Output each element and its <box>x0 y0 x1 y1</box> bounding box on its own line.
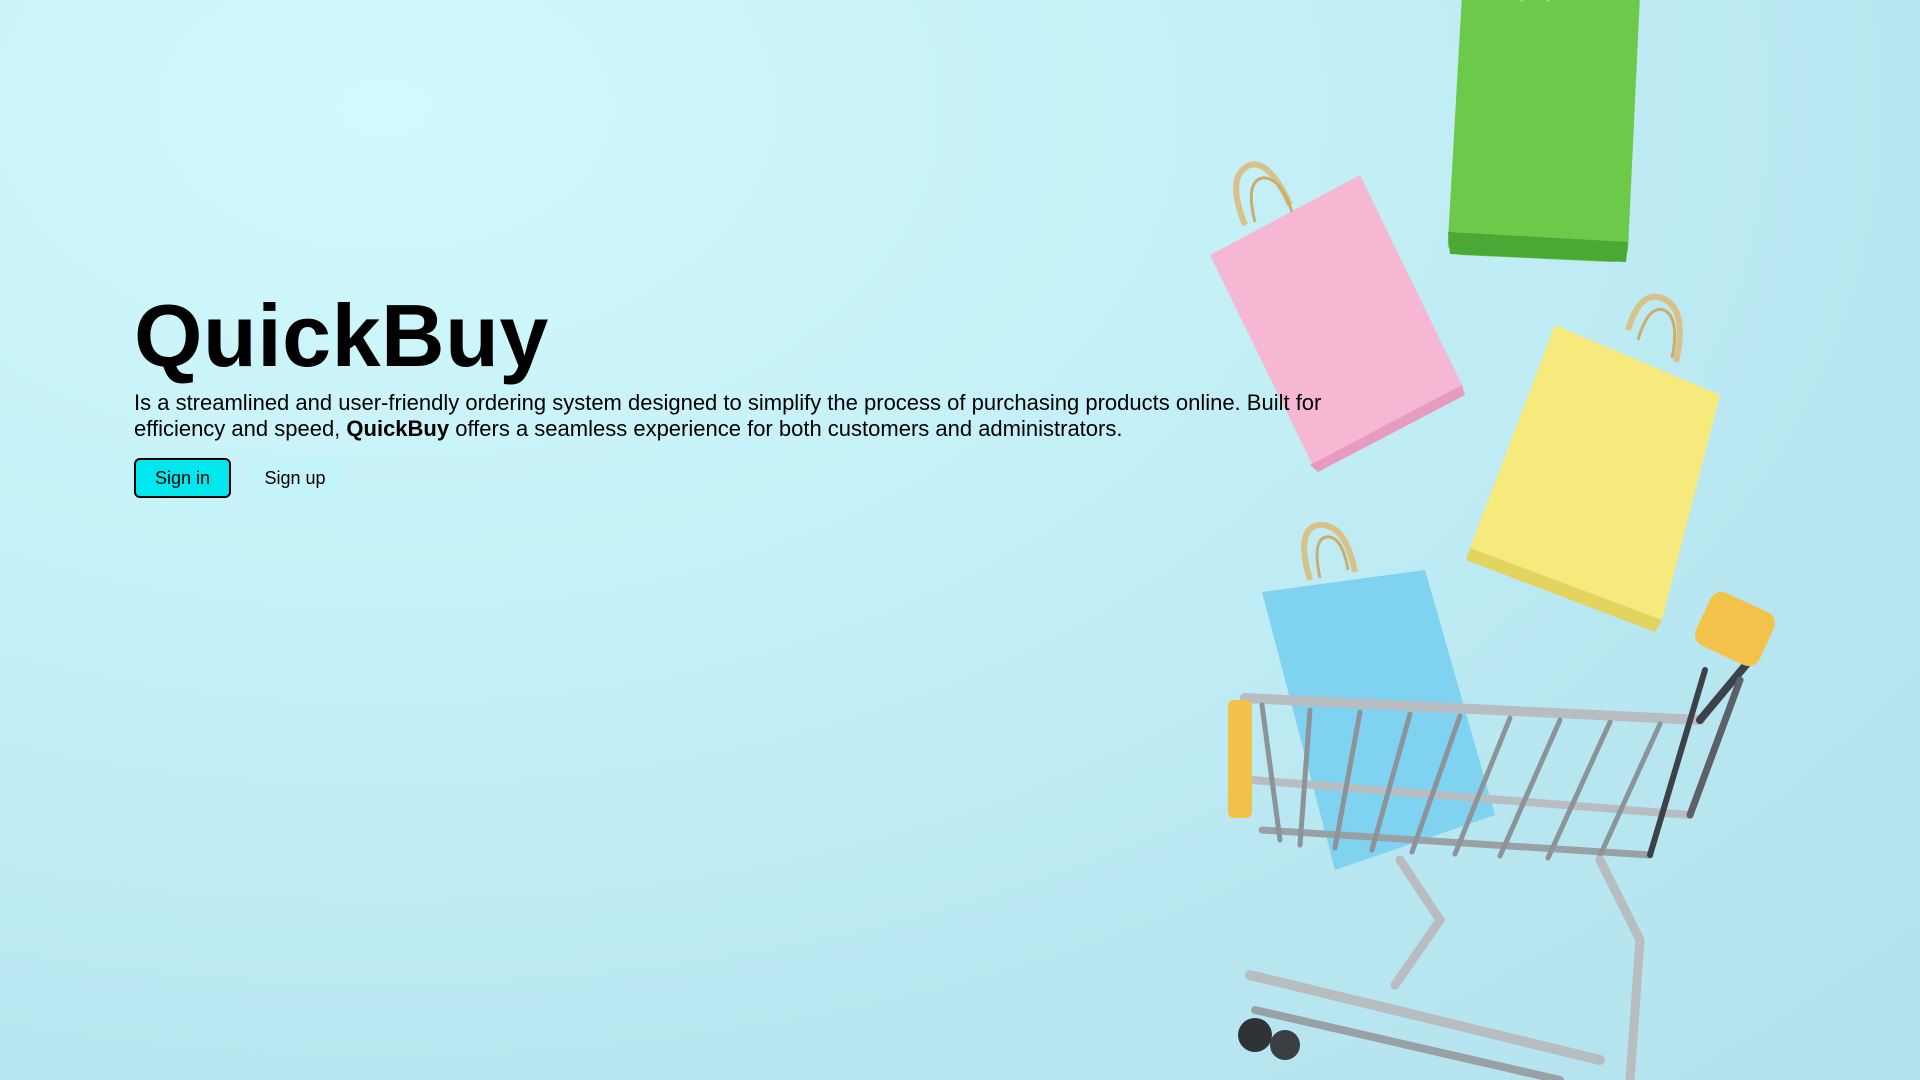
yellow-shopping-bag <box>1466 293 1720 632</box>
description-brand-name: QuickBuy <box>346 416 450 441</box>
cart-child-seat-bar <box>1228 700 1252 818</box>
hero-background-image <box>1210 0 1776 1080</box>
sign-up-button[interactable]: Sign up <box>247 458 343 498</box>
hero-section: QuickBuy Is a streamlined and user-frien… <box>134 288 1374 498</box>
cart-handle-grip <box>1694 591 1776 667</box>
cart-wheel <box>1238 1018 1272 1052</box>
green-shopping-bag <box>1447 0 1640 262</box>
description-text-end: offers a seamless experience for both cu… <box>449 416 1123 441</box>
app-description: Is a streamlined and user-friendly order… <box>134 390 1374 442</box>
auth-actions: Sign in Sign up <box>134 458 1374 498</box>
app-title: QuickBuy <box>134 286 549 385</box>
sign-in-button[interactable]: Sign in <box>134 458 231 498</box>
cart-wheel <box>1270 1030 1300 1060</box>
